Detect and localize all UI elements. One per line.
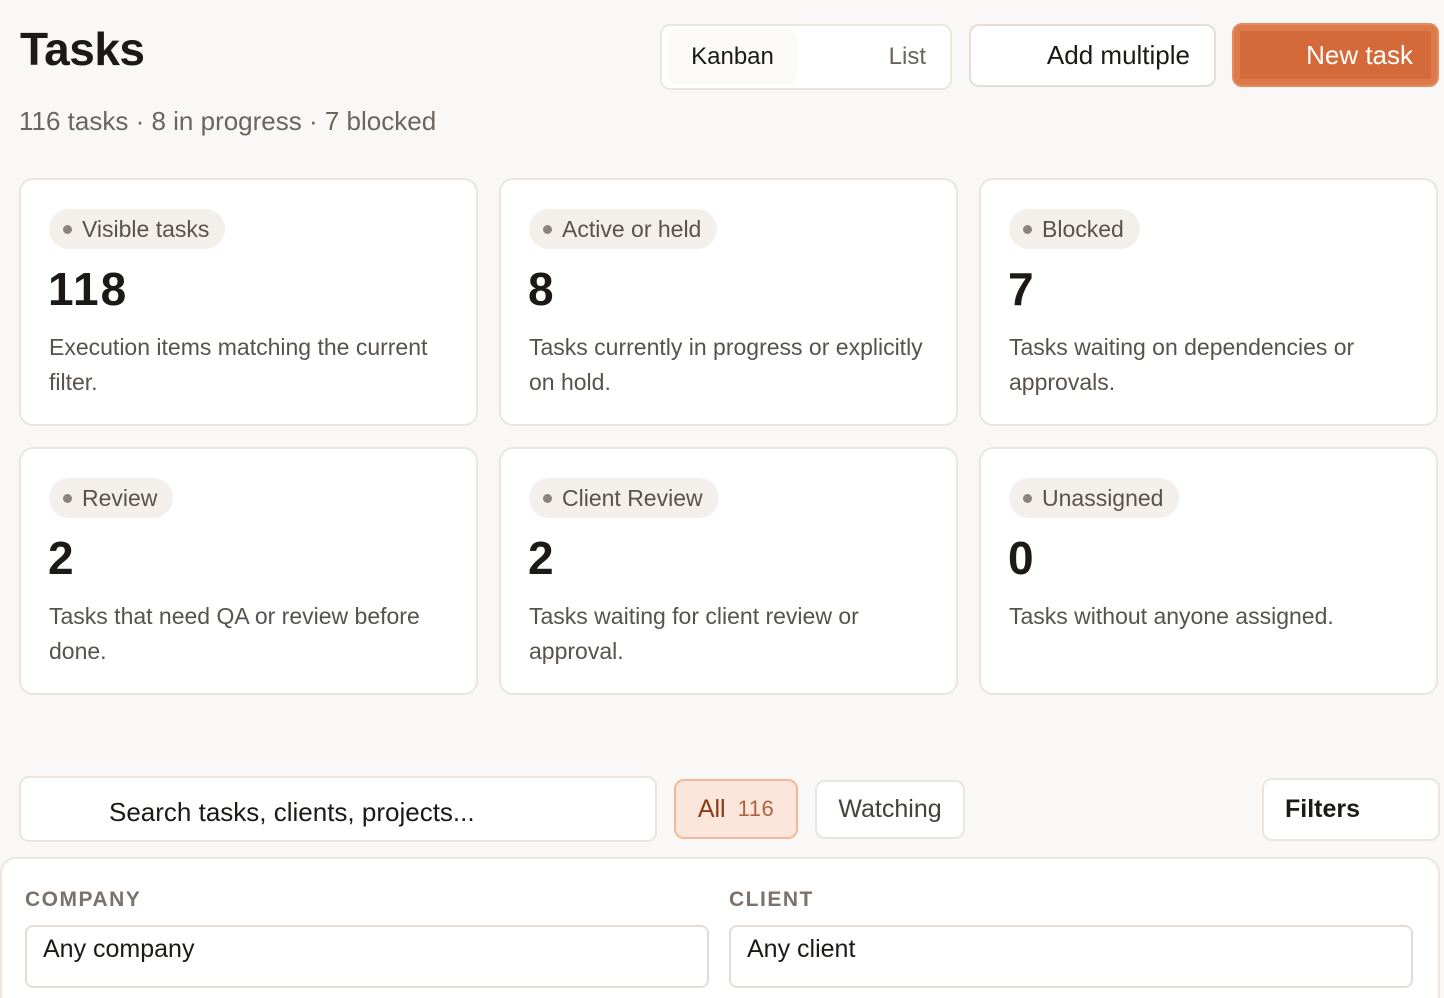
stat-label-pill: Client Review xyxy=(529,478,719,518)
stat-card-client-review: Client Review 2 Tasks waiting for client… xyxy=(499,447,958,695)
stat-value: 0 xyxy=(1008,532,1036,584)
stat-value: 118 xyxy=(48,263,129,315)
filters-button[interactable]: Filters xyxy=(1262,778,1440,841)
page-title: Tasks xyxy=(20,23,145,75)
stat-card-unassigned: Unassigned 0 Tasks without anyone assign… xyxy=(979,447,1438,695)
company-filter-label: COMPANY xyxy=(25,888,142,911)
stat-card-active-or-held: Active or held 8 Tasks currently in prog… xyxy=(499,178,958,426)
all-filter-count: 116 xyxy=(737,796,775,821)
stat-label: Visible tasks xyxy=(82,215,210,242)
stat-description: Tasks that need QA or review before done… xyxy=(49,603,420,664)
tasks-page: Tasks 116 tasks · 8 in progress · 7 bloc… xyxy=(0,0,1444,998)
search-input[interactable] xyxy=(19,776,657,842)
stat-value: 2 xyxy=(48,532,76,584)
stat-description: Execution items matching the current fil… xyxy=(49,334,428,395)
stat-value: 7 xyxy=(1008,263,1036,315)
add-multiple-button[interactable]: Add multiple xyxy=(969,24,1216,87)
status-dot-icon xyxy=(1023,493,1032,503)
stat-label: Client Review xyxy=(562,484,703,511)
stat-label-pill: Unassigned xyxy=(1009,478,1180,518)
view-toggle: Kanban List xyxy=(660,24,952,90)
status-dot-icon xyxy=(543,224,552,234)
client-select[interactable]: Any client xyxy=(729,925,1413,988)
status-dot-icon xyxy=(63,493,72,503)
client-filter-label: CLIENT xyxy=(729,888,814,911)
stat-description: Tasks without anyone assigned. xyxy=(1009,603,1334,629)
stat-label-pill: Blocked xyxy=(1009,209,1140,249)
stat-card-visible-tasks: Visible tasks 118 Execution items matchi… xyxy=(19,178,478,426)
stat-label: Active or held xyxy=(562,215,702,242)
stat-description: Tasks waiting on dependencies or approva… xyxy=(1009,334,1355,395)
status-dot-icon xyxy=(63,224,72,234)
new-task-button[interactable]: New task xyxy=(1232,23,1439,87)
stat-label: Blocked xyxy=(1042,215,1124,242)
stat-value: 2 xyxy=(528,532,556,584)
stat-description: Tasks waiting for client review or appro… xyxy=(529,603,859,664)
stat-label: Unassigned xyxy=(1042,484,1164,511)
stat-label: Review xyxy=(82,484,158,511)
stat-label-pill: Visible tasks xyxy=(49,209,226,249)
stat-card-review: Review 2 Tasks that need QA or review be… xyxy=(19,447,478,695)
stat-card-blocked: Blocked 7 Tasks waiting on dependencies … xyxy=(979,178,1438,426)
all-filter-label: All xyxy=(697,794,726,823)
watching-filter-chip[interactable]: Watching xyxy=(815,780,965,839)
stat-label-pill: Review xyxy=(49,478,174,518)
company-select[interactable]: Any company xyxy=(25,925,709,988)
stat-value: 8 xyxy=(528,263,556,315)
status-dot-icon xyxy=(543,493,552,503)
status-dot-icon xyxy=(1023,224,1032,234)
page-subtitle: 116 tasks · 8 in progress · 7 blocked xyxy=(19,106,437,136)
stat-description: Tasks currently in progress or explicitl… xyxy=(529,334,923,395)
list-view-button[interactable]: List xyxy=(797,30,944,84)
kanban-view-button[interactable]: Kanban xyxy=(668,30,797,84)
all-tasks-filter-chip[interactable]: All 116 xyxy=(674,779,798,839)
stat-label-pill: Active or held xyxy=(529,209,718,249)
